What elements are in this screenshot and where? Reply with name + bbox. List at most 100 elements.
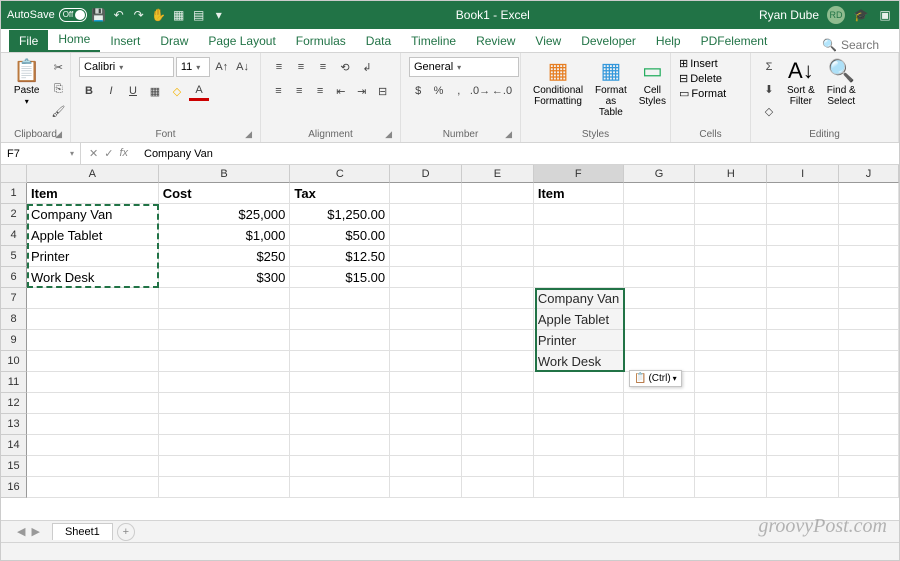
cell[interactable] — [534, 372, 624, 393]
font-size-combo[interactable]: 11▾ — [176, 57, 211, 77]
border-button[interactable]: ▦ — [145, 81, 165, 101]
quick-print-icon[interactable]: ▦ — [171, 7, 187, 23]
cell[interactable] — [290, 330, 390, 351]
cell[interactable] — [159, 393, 291, 414]
cell[interactable] — [839, 330, 899, 351]
format-as-table-button[interactable]: ▦Format as Table — [591, 57, 631, 120]
cell[interactable] — [695, 351, 767, 372]
cell[interactable] — [839, 204, 899, 225]
formula-input[interactable]: Company Van — [136, 148, 899, 160]
enter-icon[interactable]: ✓ — [104, 147, 113, 160]
cell[interactable] — [462, 456, 534, 477]
cell[interactable] — [695, 456, 767, 477]
cell[interactable] — [839, 414, 899, 435]
redo-icon[interactable]: ↷ — [131, 7, 147, 23]
tab-insert[interactable]: Insert — [100, 30, 150, 52]
cell[interactable] — [290, 393, 390, 414]
cell[interactable] — [767, 246, 839, 267]
cell[interactable] — [695, 225, 767, 246]
sort-filter-button[interactable]: A↓Sort & Filter — [783, 57, 819, 109]
cell[interactable] — [695, 414, 767, 435]
cell[interactable] — [462, 414, 534, 435]
row-header[interactable]: 10 — [1, 351, 27, 372]
cell[interactable]: Cost — [159, 183, 291, 204]
cell[interactable] — [390, 393, 462, 414]
cell[interactable] — [624, 246, 696, 267]
cell[interactable] — [290, 456, 390, 477]
insert-cells-button[interactable]: ⊞Insert — [679, 57, 742, 70]
orientation-icon[interactable]: ⟲ — [335, 57, 355, 77]
cell[interactable] — [839, 246, 899, 267]
cell[interactable] — [462, 435, 534, 456]
cell[interactable]: $50.00 — [290, 225, 390, 246]
cell[interactable] — [462, 246, 534, 267]
cell[interactable] — [695, 309, 767, 330]
cell[interactable] — [290, 414, 390, 435]
cell[interactable] — [624, 351, 696, 372]
align-middle-icon[interactable]: ≡ — [291, 57, 311, 77]
row-header[interactable]: 2 — [1, 204, 27, 225]
format-cells-button[interactable]: ▭Format — [679, 87, 742, 100]
font-name-combo[interactable]: Calibri▾ — [79, 57, 174, 77]
borders-icon[interactable]: ▤ — [191, 7, 207, 23]
cell[interactable] — [27, 477, 159, 498]
cell[interactable] — [390, 372, 462, 393]
next-sheet-icon[interactable]: ▶ — [31, 525, 39, 538]
cell[interactable]: $300 — [159, 267, 291, 288]
launcher-icon[interactable]: ◢ — [385, 129, 392, 140]
cell[interactable] — [27, 372, 159, 393]
cell[interactable]: $250 — [159, 246, 291, 267]
launcher-icon[interactable]: ◢ — [245, 129, 252, 140]
align-center-icon[interactable]: ≡ — [290, 81, 309, 101]
cell[interactable] — [390, 456, 462, 477]
cell[interactable] — [290, 351, 390, 372]
cell[interactable] — [624, 309, 696, 330]
cell[interactable] — [462, 372, 534, 393]
row-header[interactable]: 9 — [1, 330, 27, 351]
ribbon-options-icon[interactable]: ▣ — [877, 7, 893, 23]
row-header[interactable]: 14 — [1, 435, 27, 456]
tab-developer[interactable]: Developer — [571, 30, 646, 52]
spreadsheet-grid[interactable]: ABCDEFGHIJ 12345678910111213141516 ItemC… — [1, 165, 899, 525]
save-icon[interactable]: 💾 — [91, 7, 107, 23]
more-icon[interactable]: ▾ — [211, 7, 227, 23]
cell[interactable] — [839, 267, 899, 288]
autosum-icon[interactable]: Σ — [759, 57, 779, 77]
tab-draw[interactable]: Draw — [150, 30, 198, 52]
add-sheet-button[interactable]: + — [117, 523, 135, 541]
comma-icon[interactable]: , — [450, 81, 468, 101]
cell[interactable] — [462, 183, 534, 204]
cell[interactable] — [390, 204, 462, 225]
cell[interactable]: $1,000 — [159, 225, 291, 246]
cell[interactable] — [767, 372, 839, 393]
decrease-decimal-icon[interactable]: ←.0 — [492, 81, 512, 101]
cell[interactable] — [839, 456, 899, 477]
column-header[interactable]: F — [534, 165, 624, 183]
tab-timeline[interactable]: Timeline — [401, 30, 466, 52]
tab-review[interactable]: Review — [466, 30, 525, 52]
cell[interactable] — [159, 351, 291, 372]
cell[interactable] — [462, 477, 534, 498]
align-top-icon[interactable]: ≡ — [269, 57, 289, 77]
increase-font-icon[interactable]: A↑ — [212, 57, 231, 77]
cell[interactable] — [159, 477, 291, 498]
wrap-text-icon[interactable]: ↲ — [357, 57, 377, 77]
cell[interactable] — [624, 330, 696, 351]
column-header[interactable]: G — [624, 165, 696, 183]
cell[interactable] — [390, 288, 462, 309]
cell[interactable] — [767, 393, 839, 414]
cell[interactable] — [839, 435, 899, 456]
cell[interactable] — [534, 246, 624, 267]
cell[interactable] — [290, 288, 390, 309]
column-header[interactable]: H — [695, 165, 767, 183]
row-header[interactable]: 6 — [1, 267, 27, 288]
cell[interactable] — [390, 309, 462, 330]
cell[interactable] — [534, 267, 624, 288]
cell[interactable] — [27, 435, 159, 456]
delete-cells-button[interactable]: ⊟Delete — [679, 72, 742, 85]
cell[interactable] — [695, 288, 767, 309]
cell[interactable]: Item — [27, 183, 159, 204]
cell[interactable]: Company Van — [27, 204, 159, 225]
underline-button[interactable]: U — [123, 81, 143, 101]
cell[interactable] — [624, 393, 696, 414]
